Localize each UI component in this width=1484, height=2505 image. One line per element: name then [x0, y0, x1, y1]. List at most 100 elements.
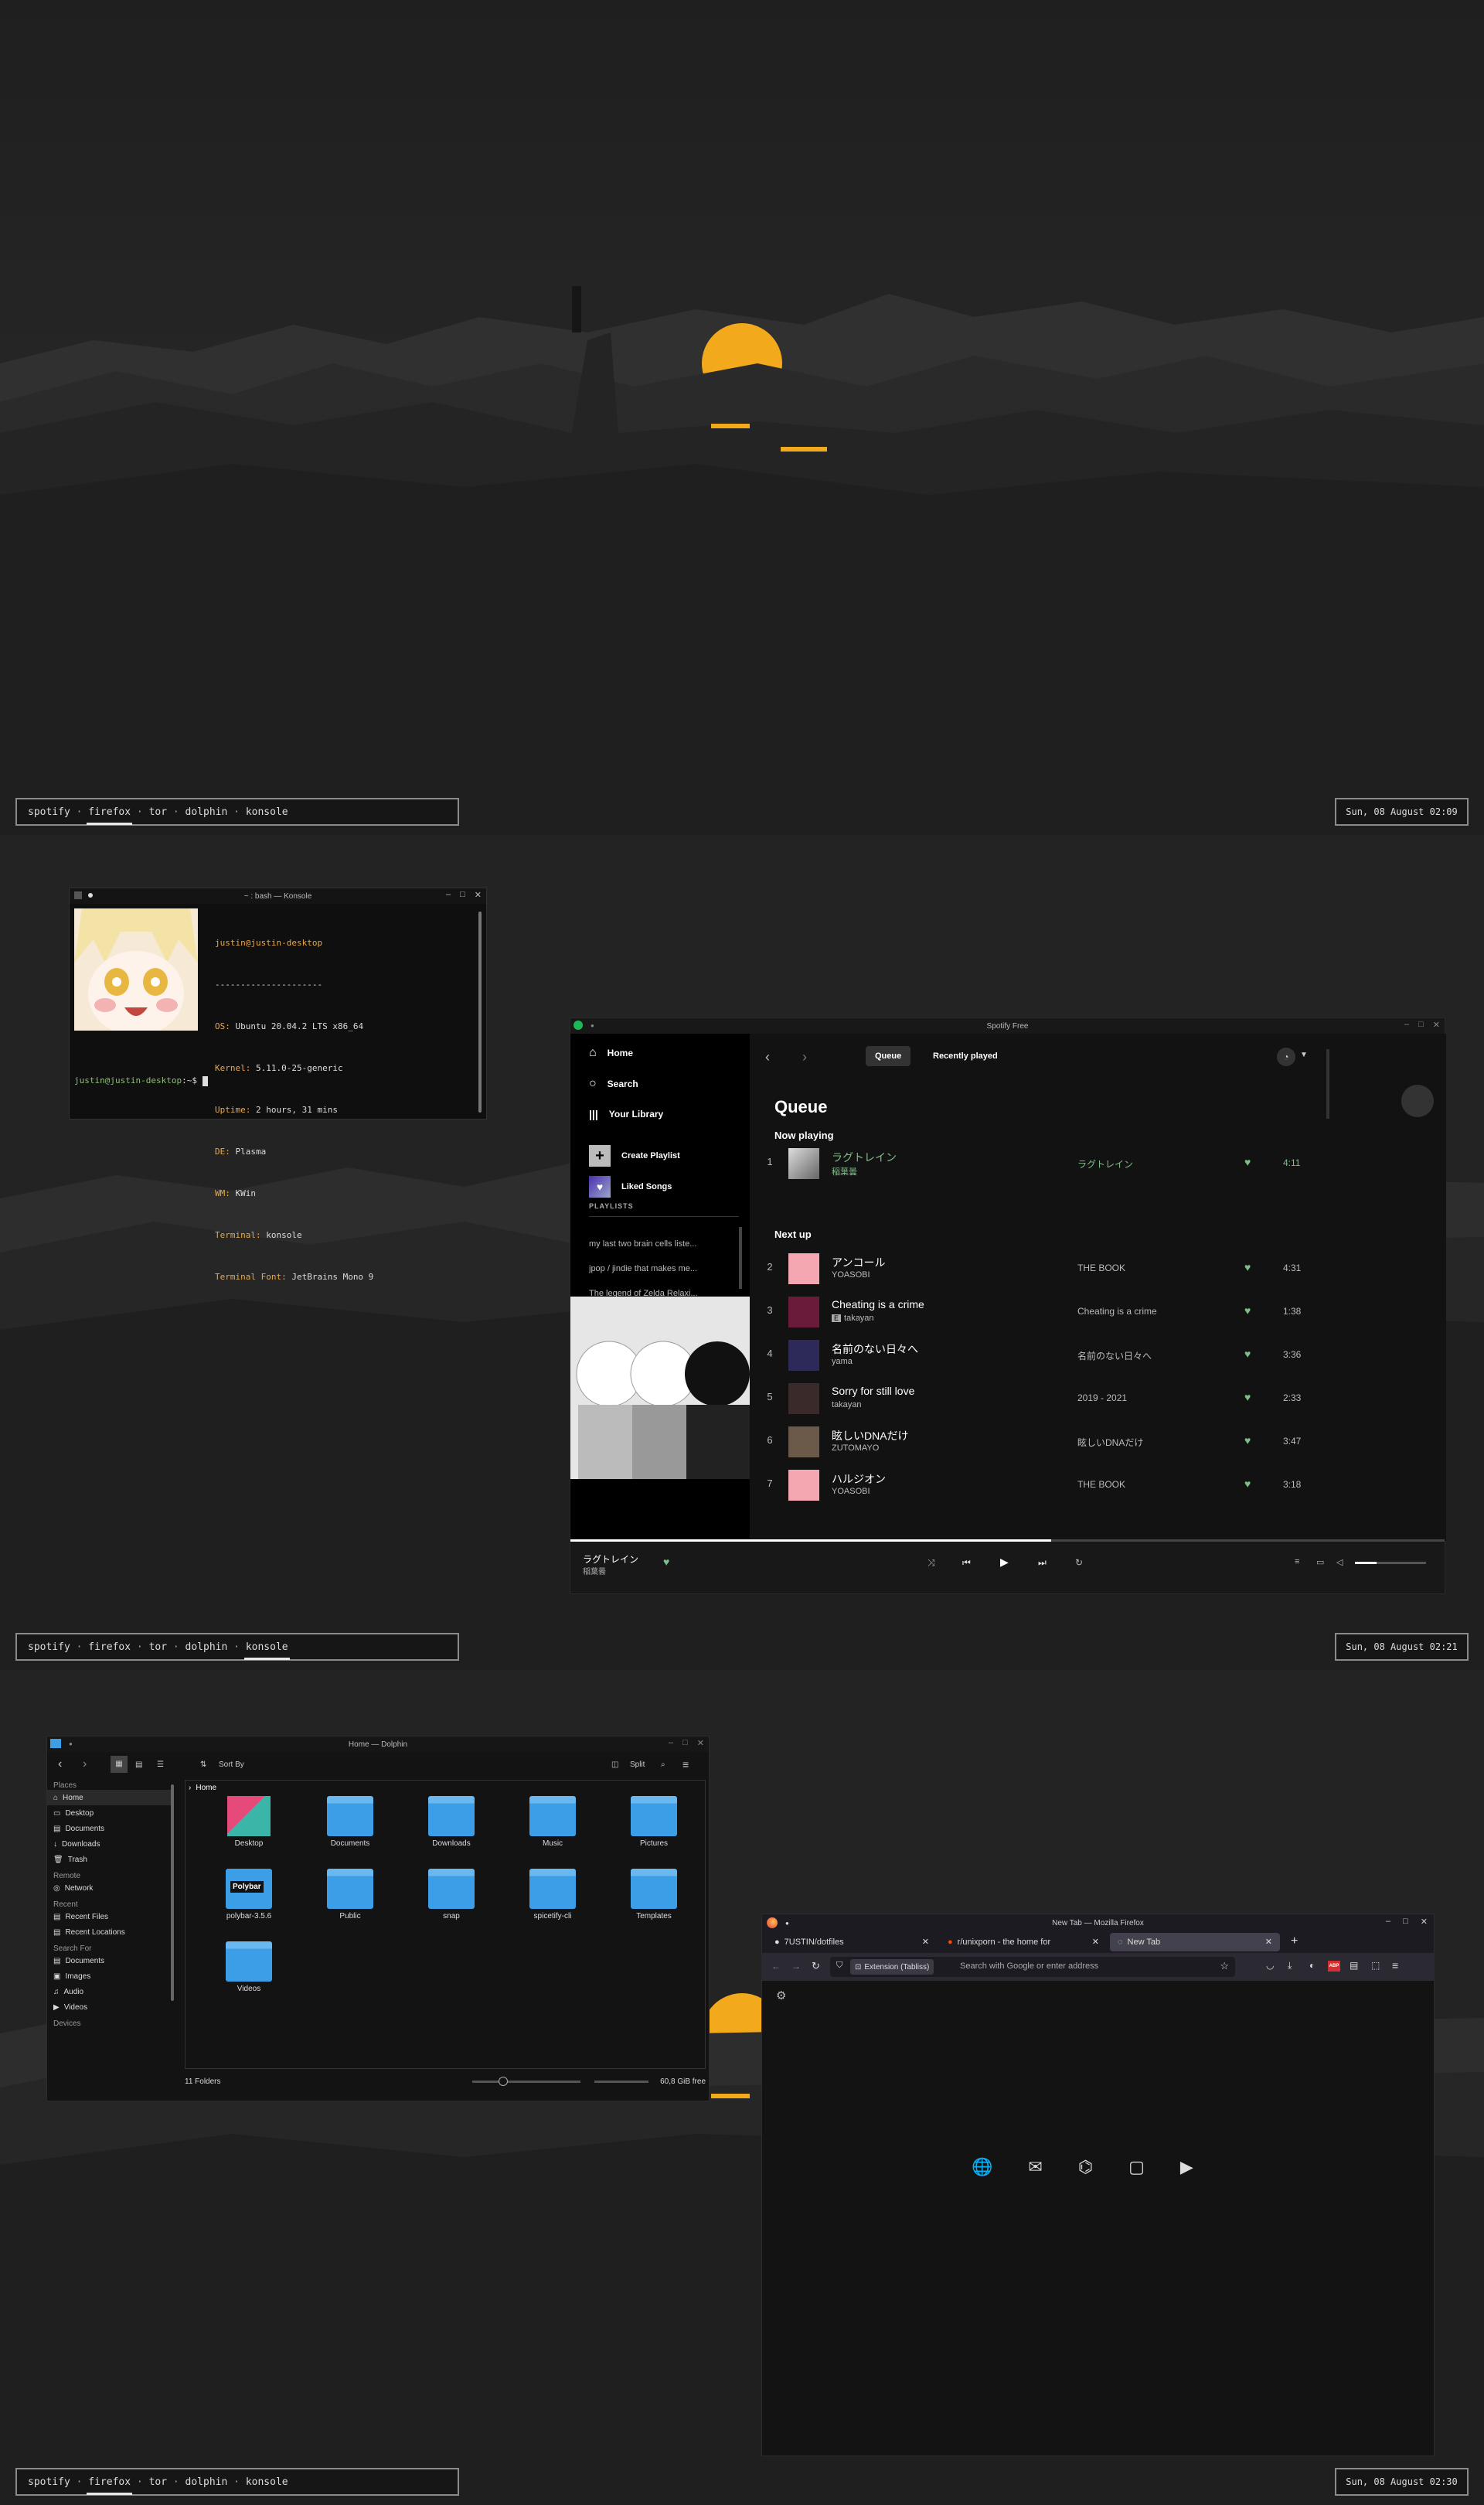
tab-new-tab[interactable]: ◌ New Tab ✕ — [1110, 1933, 1280, 1951]
workspace-konsole[interactable]: konsole — [243, 1641, 290, 1660]
track-title[interactable]: ラグトレイン — [832, 1150, 897, 1165]
track-row[interactable]: 4 名前のない日々へ yama 名前のない日々へ ♥ 3:36 — [750, 1334, 1430, 1377]
adblock-icon[interactable]: ABP — [1328, 1961, 1340, 1972]
track-album[interactable]: THE BOOK — [1077, 1263, 1125, 1273]
close-tab-icon[interactable]: ✕ — [922, 1937, 929, 1947]
workspace-konsole[interactable]: konsole — [246, 2476, 288, 2488]
maximize-icon[interactable]: □ — [1403, 1917, 1408, 1927]
pin-icon[interactable]: ● — [591, 1022, 594, 1029]
place-trash[interactable]: 🗑 Trash — [47, 1852, 171, 1867]
liked-heart-icon[interactable]: ♥ — [1244, 1391, 1251, 1403]
maximize-icon[interactable]: □ — [1418, 1020, 1424, 1030]
minimize-icon[interactable]: – — [1404, 1020, 1409, 1030]
forward-icon[interactable]: › — [802, 1049, 807, 1065]
volume-slider[interactable] — [1355, 1562, 1426, 1564]
search-audio[interactable]: ♫ Audio — [47, 1984, 171, 1999]
workspace-konsole[interactable]: konsole — [246, 806, 288, 818]
track-album[interactable]: ラグトレイン — [1077, 1157, 1133, 1171]
workspace-tor[interactable]: tor — [149, 2476, 167, 2488]
track-row[interactable]: 6 眩しいDNAだけ ZUTOMAYO 眩しいDNAだけ ♥ 3:47 — [750, 1420, 1430, 1464]
back-icon[interactable]: ‹ — [765, 1049, 770, 1065]
url-input[interactable]: Search with Google or enter address — [960, 1961, 1098, 1971]
file-item[interactable]: Polybar polybar-3.5.6 — [210, 1869, 288, 1920]
youtube-icon[interactable]: ▶ — [1180, 2157, 1193, 2177]
player-track-artist[interactable]: 稲葉曇 — [583, 1565, 606, 1576]
previous-icon[interactable]: ⏮ — [962, 1557, 971, 1569]
workspace-firefox[interactable]: firefox — [87, 806, 132, 825]
file-item[interactable]: Documents — [311, 1796, 389, 1848]
track-row[interactable]: 3 Cheating is a crime Etakayan Cheating … — [750, 1290, 1430, 1334]
liked-heart-icon[interactable]: ♥ — [1244, 1348, 1251, 1360]
close-icon[interactable]: ✕ — [475, 890, 482, 900]
tab-queue[interactable]: Queue — [866, 1046, 911, 1066]
workspace-tor[interactable]: tor — [149, 806, 167, 818]
workspace-tor[interactable]: tor — [149, 1641, 167, 1653]
track-album[interactable]: THE BOOK — [1077, 1479, 1125, 1490]
playlist-item[interactable]: my last two brain cells liste... — [589, 1239, 744, 1249]
track-artist[interactable]: yama — [832, 1357, 853, 1366]
downloads-icon[interactable]: ⤓ — [1288, 1960, 1292, 1972]
track-row[interactable]: 1 ラグトレイン 稲葉曇 ラグトレイン ♥ 4:11 — [750, 1142, 1430, 1185]
shuffle-icon[interactable]: ⤨ — [928, 1557, 935, 1569]
pin-icon[interactable]: ● — [785, 1920, 789, 1927]
liked-heart-icon[interactable]: ♥ — [663, 1556, 669, 1568]
track-title[interactable]: アンコール — [832, 1255, 885, 1270]
track-album[interactable]: 2019 - 2021 — [1077, 1392, 1127, 1403]
workspace-dolphin[interactable]: dolphin — [186, 806, 228, 818]
maximize-icon[interactable]: □ — [682, 1738, 688, 1748]
reload-icon[interactable]: ↻ — [812, 1960, 820, 1972]
workspace-firefox[interactable]: firefox — [88, 1641, 131, 1653]
extension-tool-icon[interactable]: ▤ — [1350, 1960, 1358, 1971]
next-icon[interactable]: ⏭ — [1038, 1557, 1047, 1569]
liked-heart-icon[interactable]: ♥ — [1244, 1156, 1251, 1168]
track-artist[interactable]: YOASOBI — [832, 1270, 870, 1280]
globe-icon[interactable]: 🌐 — [972, 2157, 992, 2177]
place-network[interactable]: ◎ Network — [47, 1880, 171, 1896]
track-album[interactable]: 名前のない日々へ — [1077, 1349, 1152, 1362]
track-title[interactable]: Cheating is a crime — [832, 1298, 924, 1310]
friend-activity-avatar[interactable] — [1401, 1085, 1434, 1117]
tab-unixporn[interactable]: ● r/unixporn - the home for ✕ — [940, 1933, 1107, 1951]
terminal-body[interactable]: justin@justin-desktop ------------------… — [70, 904, 486, 1282]
pin-icon[interactable]: ● — [69, 1740, 73, 1747]
breadcrumb-home[interactable]: Home — [196, 1784, 216, 1792]
workspace-dolphin[interactable]: dolphin — [186, 1641, 228, 1653]
workspace-firefox[interactable]: firefox — [87, 2476, 132, 2495]
search-videos[interactable]: ▶ Videos — [47, 1999, 171, 2015]
workspace-dolphin[interactable]: dolphin — [186, 2476, 228, 2488]
track-artist[interactable]: ZUTOMAYO — [832, 1443, 879, 1453]
close-icon[interactable]: ✕ — [1421, 1917, 1428, 1927]
track-title[interactable]: 名前のない日々へ — [832, 1341, 918, 1357]
new-tab-button[interactable]: + — [1291, 1934, 1298, 1948]
liked-songs-button[interactable]: ♥ Liked Songs — [589, 1176, 672, 1198]
file-item[interactable]: Public — [311, 1869, 389, 1920]
tab-dotfiles[interactable]: ● 7USTIN/dotfiles ✕ — [767, 1933, 937, 1951]
github-icon[interactable]: ⌬ — [1078, 2157, 1093, 2177]
track-title[interactable]: ハルジオン — [832, 1471, 886, 1487]
file-item[interactable]: Desktop — [210, 1796, 288, 1848]
workspace-spotify[interactable]: spotify — [28, 806, 70, 818]
forward-icon[interactable]: → — [791, 1961, 801, 1972]
settings-gear-icon[interactable]: ⚙ — [776, 1989, 786, 2002]
zoom-slider[interactable] — [472, 2077, 580, 2086]
dark-reader-icon[interactable]: ◐ — [1309, 1960, 1315, 1971]
liked-heart-icon[interactable]: ♥ — [1244, 1477, 1251, 1490]
liked-heart-icon[interactable]: ♥ — [1244, 1261, 1251, 1273]
details-view-icon[interactable]: ☰ — [157, 1760, 164, 1769]
place-recent-files[interactable]: ▤ Recent Files — [47, 1909, 171, 1924]
icons-view-icon[interactable]: ▦ — [111, 1756, 128, 1773]
scrollbar[interactable] — [478, 912, 482, 1113]
playlist-item[interactable]: The legend of Zelda Relaxi... — [589, 1289, 744, 1297]
file-item[interactable]: Downloads — [413, 1796, 490, 1848]
minimize-icon[interactable]: – — [1386, 1917, 1390, 1927]
sort-icon[interactable]: ⇅ — [200, 1760, 206, 1769]
track-artist[interactable]: Etakayan — [832, 1314, 874, 1323]
repeat-icon[interactable]: ↻ — [1075, 1557, 1083, 1568]
sort-button[interactable]: Sort By — [219, 1760, 244, 1769]
place-downloads[interactable]: ↓ Downloads — [47, 1836, 171, 1852]
tab-recently-played[interactable]: Recently played — [924, 1046, 1007, 1066]
back-icon[interactable]: ‹ — [58, 1757, 62, 1771]
track-artist[interactable]: takayan — [832, 1400, 862, 1409]
pin-icon[interactable] — [88, 893, 93, 898]
scrollbar[interactable] — [1326, 1049, 1329, 1119]
